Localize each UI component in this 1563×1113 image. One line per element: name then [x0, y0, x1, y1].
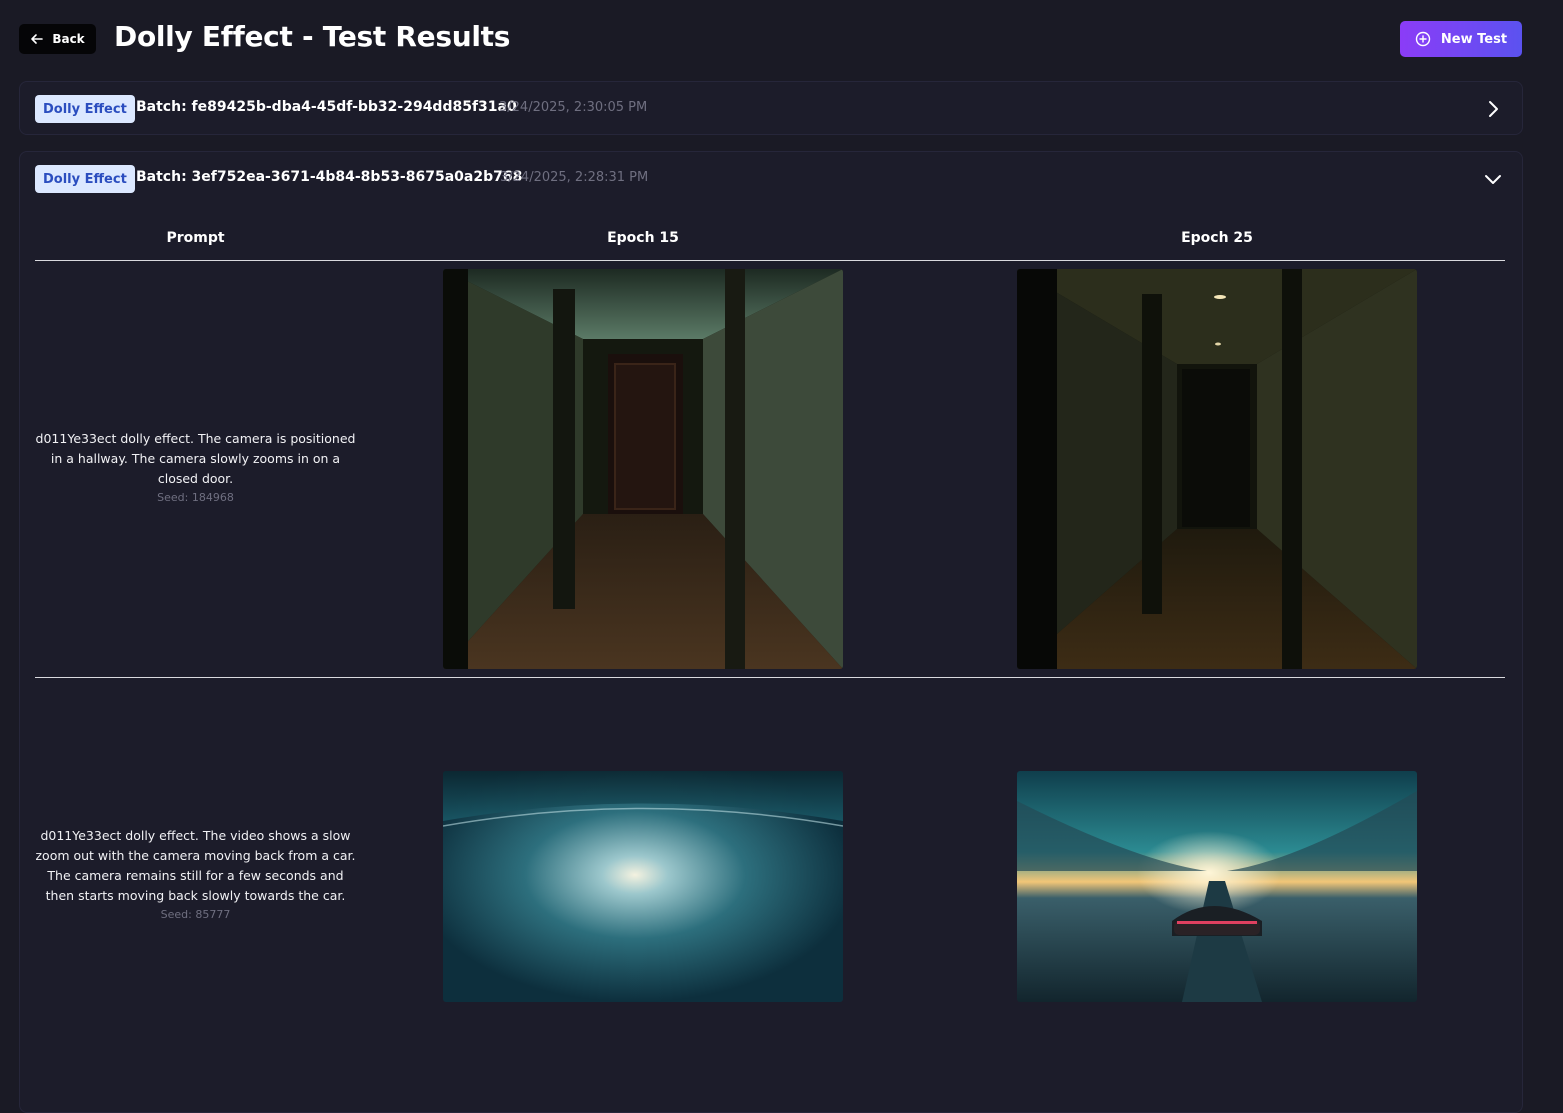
row-divider [35, 677, 1505, 678]
effect-badge: Dolly Effect [35, 95, 135, 123]
column-header-epoch-25: Epoch 25 [1181, 230, 1253, 246]
back-button-label: Back [52, 32, 85, 46]
batch-id: Batch: 3ef752ea-3671-4b84-8b53-8675a0a2b… [136, 169, 523, 185]
video-thumbnail-epoch-15[interactable] [443, 269, 843, 669]
new-test-button[interactable]: New Test [1400, 21, 1522, 57]
column-header-prompt: Prompt [166, 230, 225, 246]
batch-id: Batch: fe89425b-dba4-45df-bb32-294dd85f3… [136, 99, 517, 115]
plus-circle-icon [1415, 31, 1431, 47]
batch-card: Dolly Effect Batch: fe89425b-dba4-45df-b… [19, 81, 1523, 135]
batch-header[interactable]: Dolly Effect Batch: 3ef752ea-3671-4b84-8… [20, 152, 1522, 204]
prompt-cell: d011Ye33ect dolly effect. The camera is … [35, 429, 356, 504]
arrow-left-icon [31, 34, 44, 44]
video-thumbnail-epoch-15[interactable] [443, 771, 843, 1002]
back-button[interactable]: Back [19, 24, 96, 54]
video-thumbnail-epoch-25[interactable] [1017, 269, 1417, 669]
seed-label: Seed: 184968 [157, 491, 234, 504]
prompt-cell: d011Ye33ect dolly effect. The video show… [35, 826, 356, 921]
chevron-down-icon[interactable] [1482, 168, 1504, 190]
video-thumbnail-epoch-25[interactable] [1017, 771, 1417, 1002]
batch-card: Dolly Effect Batch: 3ef752ea-3671-4b84-8… [19, 151, 1523, 1113]
page-header: Back Dolly Effect - Test Results New Tes… [0, 0, 1563, 80]
effect-badge: Dolly Effect [35, 165, 135, 193]
chevron-right-icon[interactable] [1482, 98, 1504, 120]
batch-timestamp: 3/24/2025, 2:30:05 PM [499, 100, 648, 115]
new-test-label: New Test [1440, 31, 1508, 47]
seed-label: Seed: 85777 [160, 908, 231, 921]
batch-timestamp: 3/24/2025, 2:28:31 PM [500, 170, 649, 185]
prompt-text: d011Ye33ect dolly effect. The camera is … [35, 431, 356, 486]
header-divider [35, 260, 1505, 261]
column-header-epoch-15: Epoch 15 [607, 230, 679, 246]
page-title: Dolly Effect - Test Results [114, 20, 511, 53]
prompt-text: d011Ye33ect dolly effect. The video show… [35, 828, 356, 903]
batch-header[interactable]: Dolly Effect Batch: fe89425b-dba4-45df-b… [20, 82, 1522, 134]
